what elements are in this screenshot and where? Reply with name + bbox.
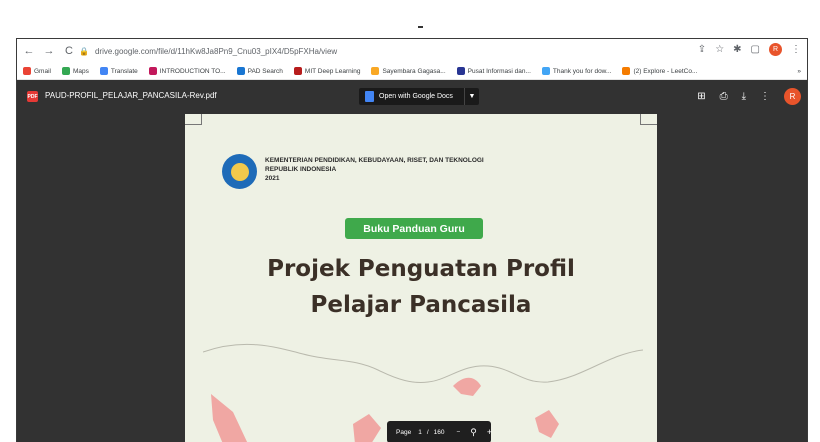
- address-row: ← → C 🔒 drive.google.com/file/d/11hKw8Ja…: [17, 39, 807, 63]
- bookmark-item[interactable]: INTRODUCTION TO...: [148, 67, 226, 75]
- bookmark-item[interactable]: PAD Search: [236, 67, 283, 75]
- more-bookmarks-icon[interactable]: »: [797, 68, 801, 75]
- bookmark-label: Sayembara Gagasa...: [382, 67, 446, 75]
- file-name: PAUD-PROFIL_PELAJAR_PANCASILA-Rev.pdf: [45, 91, 217, 100]
- magnifier-icon: ⚲: [470, 426, 477, 437]
- url-text[interactable]: drive.google.com/file/d/11hKw8Ja8Pn9_Cnu…: [95, 47, 337, 56]
- bookmark-favicon-icon: [456, 67, 465, 75]
- document-title: Projek Penguatan Profil Pelajar Pancasil…: [185, 251, 657, 323]
- bookmark-label: Translate: [110, 67, 138, 75]
- crop-mark-left: [185, 114, 202, 125]
- total-pages: 160: [433, 428, 445, 436]
- reload-icon[interactable]: C: [61, 43, 77, 59]
- bookmark-label: Pusat Informasi dan...: [467, 67, 531, 75]
- bookmark-star-icon[interactable]: ☆: [715, 44, 724, 55]
- bookmark-favicon-icon: [236, 67, 245, 75]
- viewer-toolbar: PDF PAUD-PROFIL_PELAJAR_PANCASILA-Rev.pd…: [17, 80, 807, 114]
- viewer-actions: ⊞ ⎙ ⤓ ⋮ R: [697, 88, 801, 105]
- open-with-button[interactable]: Open with Google Docs ▼: [359, 88, 479, 105]
- bookmark-label: PAD Search: [247, 67, 283, 75]
- bookmark-favicon-icon: [293, 67, 302, 75]
- bookmark-favicon-icon: [61, 67, 70, 75]
- print-icon[interactable]: ⎙: [720, 91, 728, 102]
- tut-wuri-logo: [222, 154, 257, 189]
- profile-avatar[interactable]: R: [769, 43, 782, 56]
- back-icon[interactable]: ←: [21, 43, 37, 59]
- bookmark-favicon-icon: [622, 67, 631, 75]
- bookmark-favicon-icon: [23, 67, 31, 75]
- more-actions-icon[interactable]: ⋮: [760, 91, 770, 102]
- browser-menu-icon[interactable]: ⋮: [791, 44, 801, 55]
- ministry-name: KEMENTERIAN PENDIDIKAN, KEBUDAYAAN, RISE…: [265, 157, 484, 164]
- ministry-block: KEMENTERIAN PENDIDIKAN, KEBUDAYAAN, RISE…: [265, 156, 484, 183]
- country-name: REPUBLIK INDONESIA: [265, 166, 337, 173]
- bookmarks-bar: Gmail Maps Translate INTRODUCTION TO... PAD …: [17, 63, 807, 80]
- share-icon[interactable]: ⇪: [698, 44, 706, 55]
- viewer-profile-avatar[interactable]: R: [784, 88, 801, 105]
- zoom-out-button[interactable]: −: [456, 429, 460, 436]
- bookmark-item[interactable]: (2) Explore - LeetCo...: [622, 67, 697, 75]
- browser-actions: ⇪ ☆ ✱ ▢ R ⋮: [698, 43, 801, 56]
- extensions-icon[interactable]: ✱: [733, 44, 741, 55]
- bookmark-item[interactable]: MIT Deep Learning: [293, 67, 361, 75]
- title-line-2: Pelajar Pancasila: [310, 292, 532, 318]
- publication-year: 2021: [265, 175, 280, 182]
- zoom-in-button[interactable]: +: [487, 427, 492, 437]
- lock-icon: 🔒: [79, 46, 89, 56]
- add-shortcut-icon[interactable]: ⊞: [697, 91, 705, 102]
- page-controls: Page 1 / 160 − ⚲ +: [387, 421, 492, 442]
- forward-icon[interactable]: →: [41, 43, 57, 59]
- google-docs-icon: [365, 91, 374, 102]
- bookmark-label: Thank you for dow...: [552, 67, 612, 75]
- bookmark-favicon-icon: [148, 67, 157, 75]
- bookmark-favicon-icon: [99, 67, 108, 75]
- bookmark-label: MIT Deep Learning: [304, 67, 361, 75]
- page-separator: /: [426, 428, 429, 436]
- sidepanel-icon[interactable]: ▢: [751, 44, 760, 55]
- pdf-icon: PDF: [27, 91, 38, 102]
- bookmark-item[interactable]: Gmail: [23, 67, 51, 75]
- bookmark-item[interactable]: Pusat Informasi dan...: [456, 67, 531, 75]
- bookmark-label: (2) Explore - LeetCo...: [633, 67, 698, 75]
- download-icon[interactable]: ⤓: [742, 91, 746, 102]
- bookmark-label: INTRODUCTION TO...: [159, 67, 226, 75]
- title-line-1: Projek Penguatan Profil: [267, 256, 575, 282]
- bookmark-favicon-icon: [371, 67, 380, 75]
- bookmark-item[interactable]: Sayembara Gagasa...: [371, 67, 446, 75]
- drive-viewer: PDF PAUD-PROFIL_PELAJAR_PANCASILA-Rev.pd…: [17, 80, 807, 442]
- screen-mark: [418, 26, 423, 28]
- guide-badge: Buku Panduan Guru: [345, 218, 483, 239]
- pdf-page: KEMENTERIAN PENDIDIKAN, KEBUDAYAAN, RISE…: [185, 114, 657, 442]
- bookmark-favicon-icon: [541, 67, 550, 75]
- bookmark-item[interactable]: Thank you for dow...: [541, 67, 612, 75]
- current-page[interactable]: 1: [418, 429, 422, 436]
- open-with-label: Open with Google Docs: [379, 93, 453, 100]
- bookmark-item[interactable]: Translate: [99, 67, 138, 75]
- bookmark-label: Gmail: [34, 67, 51, 75]
- bookmark-item[interactable]: Maps: [61, 67, 89, 75]
- page-label: Page: [396, 428, 412, 436]
- bookmark-label: Maps: [72, 67, 89, 75]
- chevron-down-icon[interactable]: ▼: [464, 88, 479, 105]
- crop-mark-right: [640, 114, 657, 125]
- browser-window: ← → C 🔒 drive.google.com/file/d/11hKw8Ja…: [16, 38, 808, 442]
- omnibox[interactable]: 🔒 drive.google.com/file/d/11hKw8Ja8Pn9_C…: [79, 43, 699, 59]
